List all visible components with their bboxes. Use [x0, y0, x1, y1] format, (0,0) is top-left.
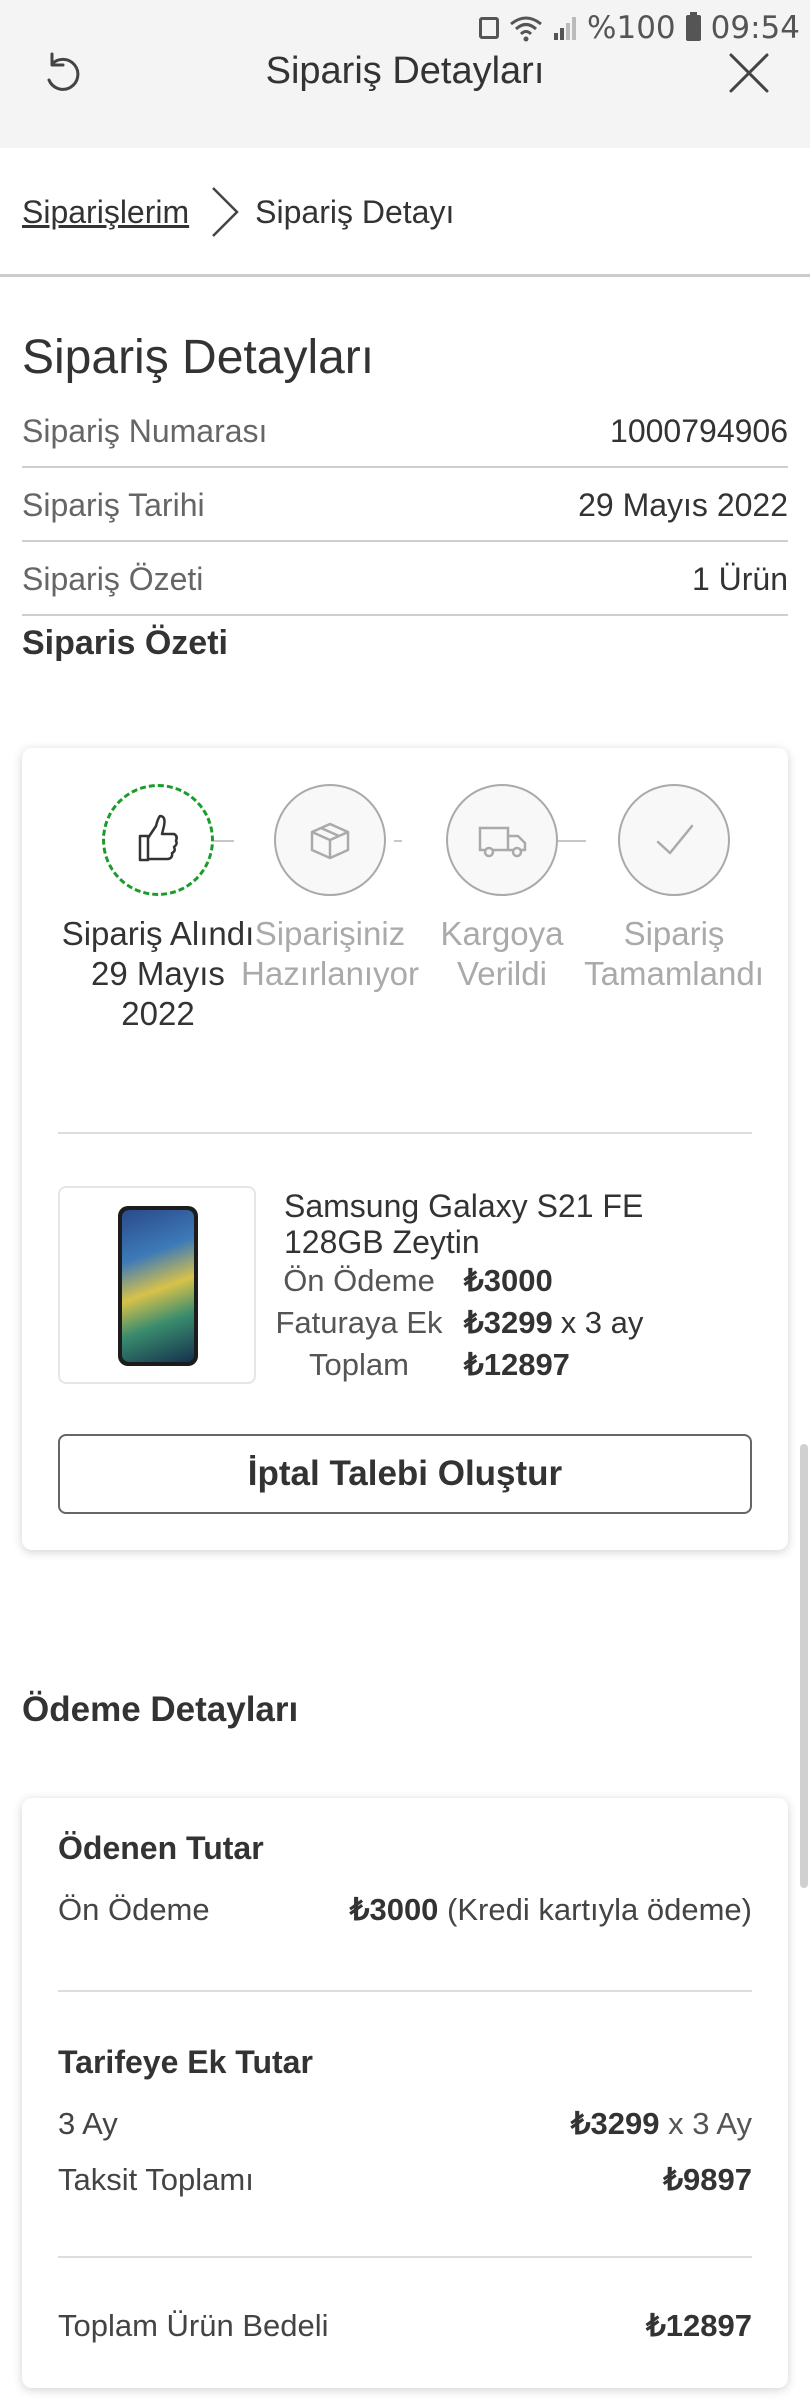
price-label: Faturaya Ek [275, 1305, 443, 1340]
order-number-value: 1000794906 [610, 412, 788, 449]
down-payment-note: (Kredi kartıyla ödeme) [447, 1892, 752, 1927]
order-summary-value: 1 Ürün [691, 560, 788, 597]
order-date-label: Sipariş Tarihi [22, 486, 205, 523]
card-divider [58, 2256, 752, 2258]
step-shipped-label: Kargoya Verildi [440, 915, 564, 992]
payment-details-card: Ödenen Tutar Ön Ödeme ₺3000 (Kredi kartı… [22, 1798, 788, 2388]
order-number-row: Sipariş Numarası 1000794906 [22, 396, 788, 468]
product-name: Samsung Galaxy S21 FE 128GB Zeytin [284, 1188, 643, 1260]
box-icon [310, 822, 350, 860]
total-value: ₺12897 [646, 2308, 752, 2343]
card-divider [58, 1132, 752, 1134]
battery-icon [685, 12, 701, 41]
down-payment-amount: ₺3000 (Kredi kartıyla ödeme) [350, 1892, 752, 1928]
close-icon[interactable] [724, 48, 774, 98]
step-completed [618, 784, 730, 896]
price-suffix: x 3 ay [560, 1305, 644, 1340]
step-connector [394, 840, 402, 842]
price-row-bill-addition: Faturaya Ek ₺3299 x 3 ay [254, 1302, 643, 1344]
app-header: %100 09:54 Sipariş Detayları [0, 0, 810, 148]
order-summary-row: Sipariş Özeti 1 Ürün [22, 544, 788, 616]
order-number-label: Sipariş Numarası [22, 412, 268, 449]
scrollbar[interactable] [800, 1444, 808, 1888]
price-row-down-payment: Ön Ödeme ₺3000 [254, 1260, 553, 1302]
price-row-total: Toplam ₺12897 [254, 1344, 570, 1386]
step-received-label: Sipariş Alındı 29 Mayıs 2022 [61, 915, 255, 1032]
total-amount: ₺12897 [646, 2308, 752, 2344]
order-summary-card: Sipariş Alındı 29 Mayıs 2022 Siparişiniz… [22, 748, 788, 1550]
tariff-amount-heading: Tarifeye Ek Tutar [58, 2044, 313, 2080]
monthly-suffix: x 3 Ay [668, 2106, 752, 2141]
installment-value: ₺9897 [663, 2162, 752, 2197]
phone-image [118, 1206, 198, 1366]
down-payment-value: ₺3000 [349, 1892, 439, 1927]
price-value: ₺3299 [464, 1305, 553, 1340]
wifi-icon [510, 16, 542, 42]
total-label: Toplam Ürün Bedeli [58, 2308, 329, 2343]
monthly-amount: ₺3299 x 3 Ay [571, 2106, 752, 2142]
battery-percent: %100 [587, 10, 676, 46]
price-value: ₺12897 [464, 1347, 570, 1382]
notification-icon [479, 17, 500, 39]
order-details-title: Sipariş Detayları [22, 331, 375, 384]
product-image [58, 1186, 256, 1384]
breadcrumb: Siparişlerim Sipariş Detayı [22, 186, 454, 238]
truck-icon [478, 826, 527, 858]
thumbs-up-icon [138, 814, 178, 862]
card-divider [58, 1990, 752, 1992]
summary-title: Siparis Özeti [22, 624, 228, 662]
check-icon [656, 824, 694, 855]
installment-amount: ₺9897 [663, 2162, 752, 2198]
paid-amount-heading: Ödenen Tutar [58, 1830, 264, 1866]
down-payment-row: Ön Ödeme ₺3000 (Kredi kartıyla ödeme) [58, 1892, 752, 1928]
order-date-row: Sipariş Tarihi 29 Mayıs 2022 [22, 470, 788, 542]
installment-row: Taksit Toplamı ₺9897 [58, 2162, 752, 2198]
page-title: Sipariş Detayları [265, 50, 545, 92]
clock: 09:54 [710, 10, 800, 46]
step-completed-label: Sipariş Tamamlandı [584, 915, 764, 992]
signal-icon [554, 17, 577, 40]
months-label: 3 Ay [58, 2106, 118, 2141]
monthly-value: ₺3299 [570, 2106, 660, 2141]
down-payment-label: Ön Ödeme [58, 1892, 210, 1927]
monthly-row: 3 Ay ₺3299 x 3 Ay [58, 2106, 752, 2142]
chevron-right-icon [212, 187, 239, 237]
installment-label: Taksit Toplamı [58, 2162, 254, 2197]
product-variant: 128GB Zeytin [284, 1224, 480, 1260]
price-label: Toplam [309, 1347, 409, 1382]
step-shipped [446, 784, 558, 896]
step-preparing-label: Siparişiniz Hazırlanıyor [241, 915, 419, 992]
product-title: Samsung Galaxy S21 FE [284, 1188, 644, 1224]
total-row: Toplam Ürün Bedeli ₺12897 [58, 2308, 752, 2344]
order-date-value: 29 Mayıs 2022 [578, 486, 788, 523]
step-preparing [274, 784, 386, 896]
step-received [102, 784, 214, 896]
status-bar: %100 09:54 [479, 10, 800, 46]
price-label: Ön Ödeme [283, 1263, 435, 1298]
breadcrumb-current: Sipariş Detayı [255, 193, 455, 230]
cancel-request-button[interactable]: İptal Talebi Oluştur [58, 1434, 752, 1514]
breadcrumb-orders-link[interactable]: Siparişlerim [22, 194, 189, 231]
price-value: ₺3000 [464, 1263, 553, 1298]
payment-details-title: Ödeme Detayları [22, 1690, 299, 1729]
divider [0, 274, 810, 277]
order-progress: Sipariş Alındı 29 Mayıs 2022 Siparişiniz… [58, 784, 764, 1084]
order-summary-label: Sipariş Özeti [22, 560, 204, 597]
